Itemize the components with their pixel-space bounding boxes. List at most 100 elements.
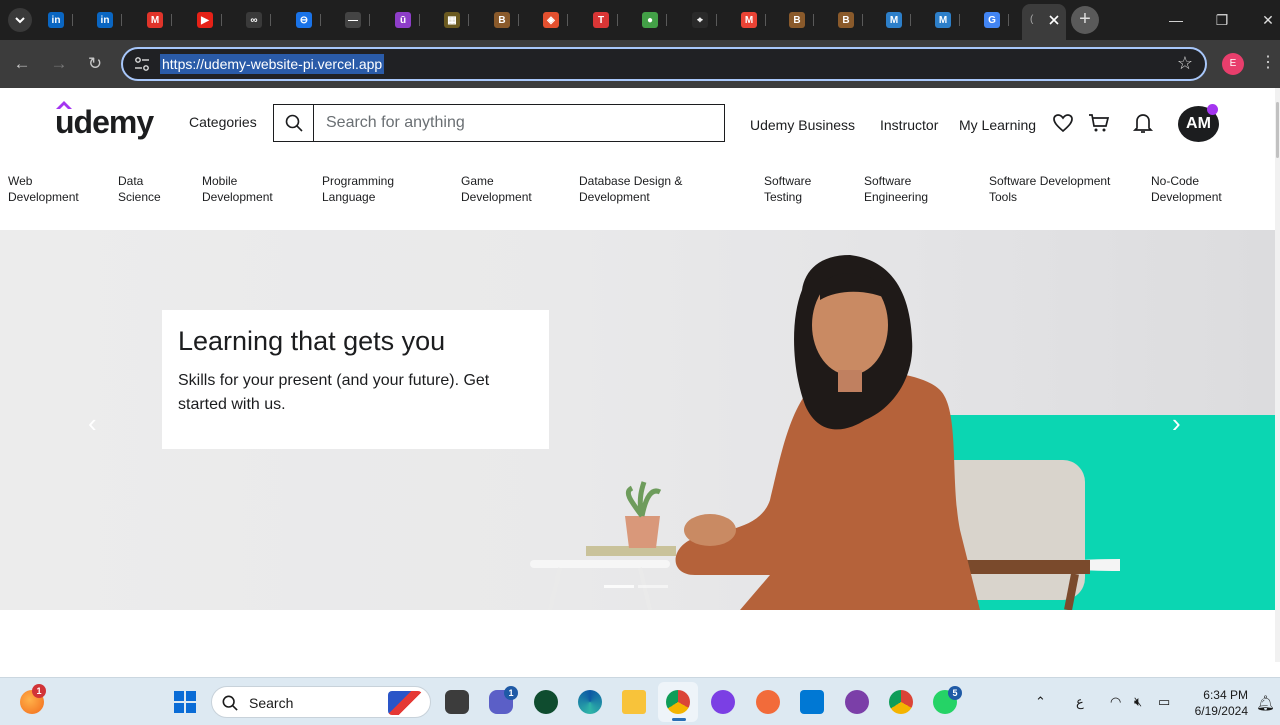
- tab-b-brown[interactable]: B: [838, 8, 863, 32]
- taskbar-search-box[interactable]: Search: [211, 686, 431, 718]
- udemy-logo[interactable]: udemy: [55, 104, 154, 141]
- category-link[interactable]: Game Development: [461, 173, 532, 205]
- tab-gmail[interactable]: M: [741, 8, 766, 32]
- wifi-icon[interactable]: ◠: [1110, 694, 1121, 710]
- restore-button[interactable]: ❐: [1210, 8, 1234, 32]
- gmail-icon: M: [741, 12, 757, 28]
- category-label-line1: Mobile: [202, 174, 238, 188]
- mongodb-icon[interactable]: [534, 690, 558, 714]
- chrome-icon[interactable]: [666, 690, 690, 714]
- heart-icon[interactable]: [1052, 112, 1074, 134]
- file-explorer-icon[interactable]: [622, 690, 646, 714]
- my-learning-link[interactable]: My Learning: [959, 117, 1036, 133]
- tab-dash[interactable]: —: [345, 8, 370, 32]
- reload-button[interactable]: ↻: [83, 52, 107, 76]
- category-link[interactable]: No-Code Development: [1151, 173, 1222, 205]
- search-button[interactable]: [274, 105, 314, 141]
- carousel-indicator[interactable]: [638, 585, 668, 588]
- github-desktop-icon[interactable]: [845, 690, 869, 714]
- category-link[interactable]: Mobile Development: [202, 173, 273, 205]
- close-icon[interactable]: [1048, 14, 1060, 26]
- tab-separator: [221, 14, 222, 26]
- search-icon: [222, 695, 238, 711]
- page-scrollbar[interactable]: [1275, 88, 1280, 662]
- tab-b-brown[interactable]: B: [789, 8, 814, 32]
- tab-linkedin[interactable]: in: [48, 8, 73, 32]
- kebab-menu-icon[interactable]: ⋮: [1260, 52, 1276, 72]
- tab-youtube[interactable]: ▶: [197, 8, 222, 32]
- language-indicator[interactable]: ع: [1076, 694, 1084, 710]
- hero-subtitle: Skills for your present (and your future…: [178, 372, 490, 413]
- chevron-up-icon[interactable]: ⌃: [1035, 694, 1046, 710]
- tab-linkedin[interactable]: in: [97, 8, 122, 32]
- map-pin-icon: ⌖: [692, 12, 708, 28]
- forward-button[interactable]: →: [47, 52, 71, 76]
- task-view-icon[interactable]: [445, 690, 469, 714]
- scrollbar-thumb[interactable]: [1276, 102, 1279, 158]
- notification-bell-icon[interactable]: 🔔︎: [1256, 694, 1275, 712]
- category-label-line2: Development: [8, 190, 79, 204]
- app-purple-icon[interactable]: [711, 690, 735, 714]
- m-blue-icon: M: [935, 12, 951, 28]
- tab-separator: [72, 14, 73, 26]
- search-input[interactable]: [314, 105, 724, 141]
- postman-icon[interactable]: [756, 690, 780, 714]
- vscode-icon[interactable]: [800, 690, 824, 714]
- bell-icon[interactable]: [1132, 112, 1154, 134]
- window-close-button[interactable]: ✕: [1256, 8, 1280, 32]
- linkedin-icon: in: [48, 12, 64, 28]
- windows-start-icon[interactable]: [173, 690, 197, 714]
- minimize-button[interactable]: —: [1164, 8, 1188, 32]
- new-tab-button[interactable]: +: [1071, 6, 1099, 34]
- tab-b-brown[interactable]: B: [494, 8, 519, 32]
- tab-map-pin[interactable]: ⌖: [692, 8, 717, 32]
- category-link[interactable]: Software Development Tools: [989, 173, 1110, 205]
- battery-icon[interactable]: ▭: [1158, 694, 1170, 710]
- address-bar[interactable]: https://udemy-website-pi.vercel.app ☆: [121, 47, 1207, 81]
- tab-red-circle[interactable]: T: [593, 8, 618, 32]
- tab-gmail-m[interactable]: M: [147, 8, 172, 32]
- gmail-m-icon: M: [147, 12, 163, 28]
- category-link[interactable]: Software Engineering: [864, 173, 928, 205]
- tab-layers[interactable]: ◈: [543, 8, 568, 32]
- category-link[interactable]: Data Science: [118, 173, 161, 205]
- carousel-prev-button[interactable]: ‹: [88, 408, 97, 439]
- tab-film[interactable]: ▦: [444, 8, 469, 32]
- carousel-indicator[interactable]: [604, 585, 634, 588]
- carousel-next-button[interactable]: ›: [1172, 408, 1181, 439]
- tab-m-blue[interactable]: M: [935, 8, 960, 32]
- back-button[interactable]: ←: [10, 52, 34, 76]
- tab-leaf[interactable]: ●: [642, 8, 667, 32]
- mute-icon[interactable]: 🔇︎: [1134, 694, 1142, 710]
- instructor-link[interactable]: Instructor: [880, 117, 938, 133]
- cart-icon[interactable]: [1088, 112, 1110, 134]
- tab-active[interactable]: (: [1022, 4, 1066, 40]
- category-link[interactable]: Programming Language: [322, 173, 394, 205]
- categories-menu[interactable]: Categories: [189, 114, 257, 130]
- tab-google[interactable]: G: [984, 8, 1009, 32]
- tab-u-purple[interactable]: ū: [395, 8, 420, 32]
- edge-icon[interactable]: [578, 690, 602, 714]
- category-link[interactable]: Web Development: [8, 173, 79, 205]
- category-label-line1: No-Code: [1151, 174, 1200, 188]
- tab-separator: [959, 14, 960, 26]
- red-circle-icon: T: [593, 12, 609, 28]
- tab-globe[interactable]: ⊖: [296, 8, 321, 32]
- chrome-profile-icon[interactable]: [889, 690, 913, 714]
- profile-avatar[interactable]: E: [1222, 53, 1244, 75]
- category-link[interactable]: Software Testing: [764, 173, 811, 205]
- system-clock[interactable]: 6:34 PM 6/19/2024: [1190, 687, 1248, 719]
- bookmark-star-icon[interactable]: ☆: [1177, 53, 1193, 74]
- tab-m-blue[interactable]: M: [886, 8, 911, 32]
- tab-separator: [270, 14, 271, 26]
- linkedin-icon: in: [97, 12, 113, 28]
- tab-separator: [1008, 14, 1009, 26]
- tab-search-button[interactable]: [8, 8, 32, 32]
- tab-infinity[interactable]: ∞: [246, 8, 271, 32]
- udemy-business-link[interactable]: Udemy Business: [750, 117, 855, 133]
- tab-separator: [419, 14, 420, 26]
- notification-dot: [1207, 104, 1218, 115]
- url-text[interactable]: https://udemy-website-pi.vercel.app: [160, 54, 385, 74]
- site-info-icon[interactable]: [133, 56, 151, 72]
- category-link[interactable]: Database Design & Development: [579, 173, 682, 205]
